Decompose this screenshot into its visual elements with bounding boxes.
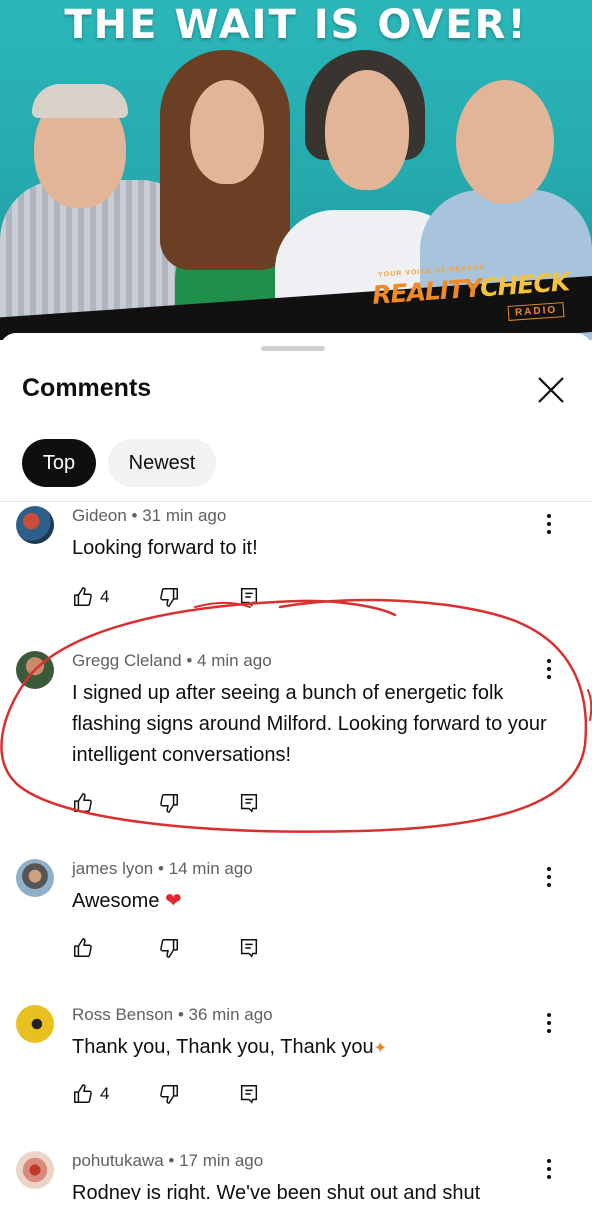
more-options-icon[interactable]	[543, 512, 555, 536]
thumbs-down-icon	[160, 1085, 178, 1104]
comment-text: I signed up after seeing a bunch of ener…	[72, 682, 547, 766]
tab-top[interactable]: Top	[22, 439, 96, 487]
avatar[interactable]	[16, 859, 54, 897]
more-options-icon[interactable]	[543, 1157, 555, 1181]
comment-meta: Gregg Cleland • 4 min ago	[72, 651, 272, 670]
comment-item: Ross Benson • 36 min ago Thank you, Than…	[0, 1005, 592, 1115]
comment-meta: pohutukawa • 17 min ago	[72, 1151, 264, 1170]
video-banner: THE WAIT IS OVER! YOUR VOICE OF REASON R…	[0, 0, 592, 340]
more-options-icon[interactable]	[543, 1011, 555, 1035]
divider	[0, 501, 592, 502]
thumbs-down-icon	[160, 588, 178, 607]
like-count: 4	[100, 587, 110, 606]
tab-newest[interactable]: Newest	[108, 439, 216, 487]
reply-icon	[240, 794, 258, 813]
reply-icon	[240, 588, 258, 607]
thumbs-down-icon	[160, 794, 178, 813]
drag-handle[interactable]	[261, 346, 325, 351]
comment-item: Gideon • 31 min ago Looking forward to i…	[0, 506, 592, 616]
close-icon[interactable]	[534, 373, 568, 407]
dislike-button[interactable]	[158, 584, 180, 610]
comment-text: Looking forward to it!	[72, 537, 258, 559]
avatar[interactable]	[16, 1151, 54, 1189]
heart-icon: ❤	[165, 890, 182, 912]
comment-meta: Ross Benson • 36 min ago	[72, 1005, 273, 1024]
sheet-title: Comments	[22, 374, 152, 402]
thumbs-up-icon	[74, 793, 92, 812]
avatar[interactable]	[16, 1005, 54, 1043]
comment-text: Awesome	[72, 890, 160, 912]
comment-item: Gregg Cleland • 4 min ago I signed up af…	[0, 651, 592, 821]
like-button[interactable]	[72, 790, 94, 816]
reply-button[interactable]	[238, 1081, 260, 1107]
thumbs-up-icon	[74, 587, 92, 606]
like-button[interactable]: 4	[72, 584, 109, 610]
avatar[interactable]	[16, 651, 54, 689]
comment-text: Thank you, Thank you, Thank you	[72, 1036, 374, 1058]
comment-meta: james lyon • 14 min ago	[72, 859, 253, 878]
thumbs-down-icon	[160, 939, 178, 958]
banner-title: THE WAIT IS OVER!	[64, 2, 528, 48]
station-logo: YOUR VOICE OF REASON REALITYCHECK RADIO	[371, 264, 572, 328]
reply-button[interactable]	[238, 584, 260, 610]
reply-icon	[240, 939, 258, 958]
dislike-button[interactable]	[158, 1081, 180, 1107]
reply-button[interactable]	[238, 790, 260, 816]
like-button[interactable]	[72, 935, 94, 961]
more-options-icon[interactable]	[543, 865, 555, 889]
dislike-button[interactable]	[158, 790, 180, 816]
comment-meta: Gideon • 31 min ago	[72, 506, 227, 525]
thumbs-up-icon	[74, 938, 92, 957]
more-options-icon[interactable]	[543, 657, 555, 681]
thumbs-up-icon	[74, 1084, 92, 1103]
like-count: 4	[100, 1084, 110, 1103]
dislike-button[interactable]	[158, 935, 180, 961]
reply-button[interactable]	[238, 935, 260, 961]
avatar[interactable]	[16, 506, 54, 544]
reply-icon	[240, 1085, 258, 1104]
comment-item: pohutukawa • 17 min ago Rodney is right.…	[0, 1151, 592, 1200]
comment-item: james lyon • 14 min ago Awesome ❤	[0, 859, 592, 969]
like-button[interactable]: 4	[72, 1081, 109, 1107]
party-popper-icon: ✦	[373, 1040, 388, 1057]
comment-text: Rodney is right. We've been shut out and…	[72, 1182, 481, 1200]
